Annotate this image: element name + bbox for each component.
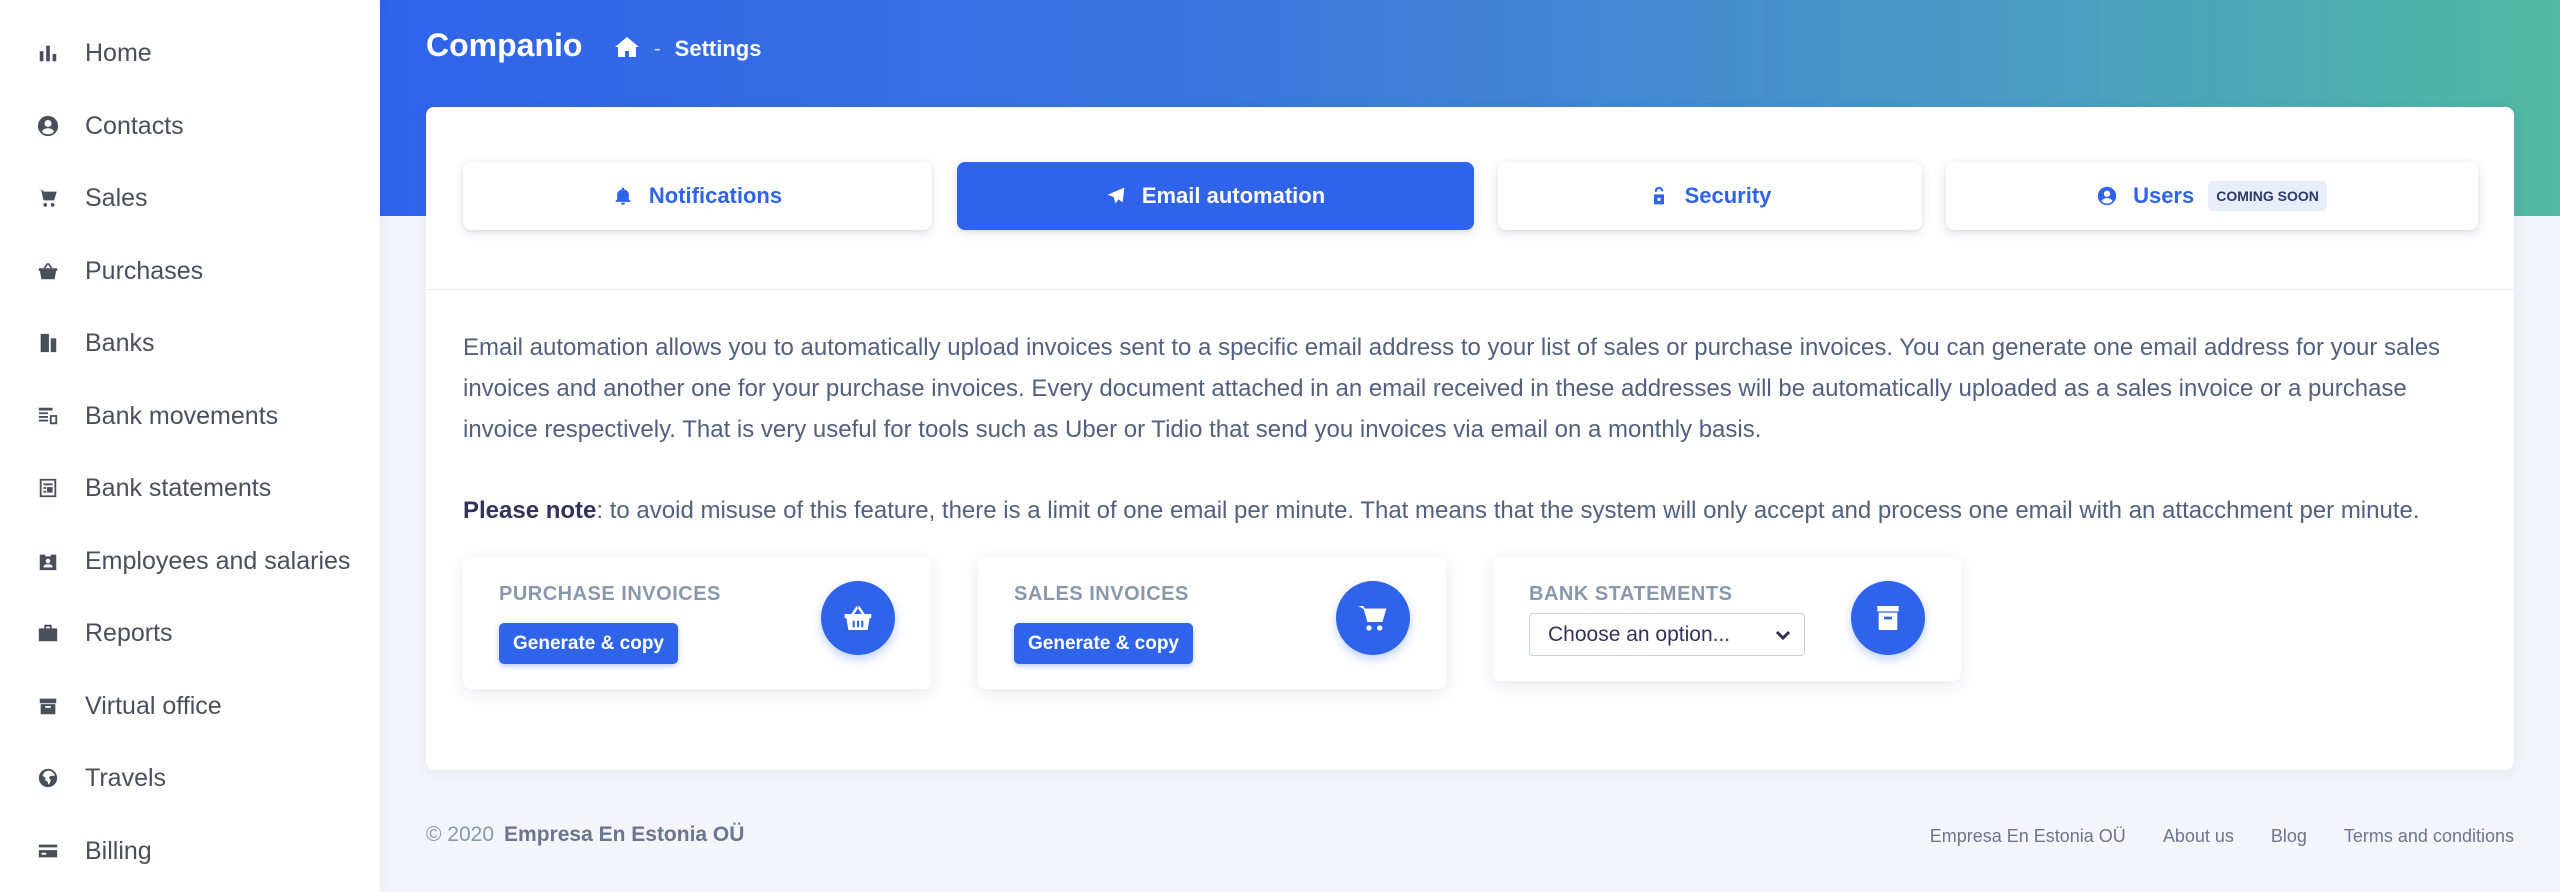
sidebar: Home Contacts Sales Purchases Banks Bank…	[0, 0, 380, 892]
money-transfer-icon	[36, 404, 60, 428]
tab-label: Notifications	[648, 183, 783, 208]
home-icon[interactable]	[614, 36, 640, 63]
tab-email-automation[interactable]: Email automation	[957, 162, 1474, 230]
id-badge-icon	[36, 549, 60, 573]
sidebar-item-contacts[interactable]: Contacts	[0, 96, 380, 156]
basket-icon	[36, 259, 60, 283]
sidebar-item-virtual-office[interactable]: Virtual office	[0, 676, 380, 736]
email-automation-description: Email automation allows you to automatic…	[463, 334, 2441, 443]
package-icon	[36, 694, 60, 718]
tab-notifications[interactable]: Notifications	[463, 162, 932, 230]
note-text: : to avoid misuse of this feature, there…	[596, 497, 2420, 524]
sidebar-item-home[interactable]: Home	[0, 23, 380, 83]
select-value: Choose an option...	[1548, 622, 1731, 646]
lock-open-icon	[1649, 186, 1685, 206]
credit-card-icon	[36, 839, 60, 863]
user-circle-icon	[36, 114, 60, 138]
sidebar-item-label: Travels	[85, 763, 167, 792]
breadcrumb-separator: -	[654, 37, 661, 60]
archive-icon	[1851, 581, 1925, 655]
footer-copyright: © 2020 Empresa En Estonia OÜ	[426, 823, 744, 847]
breadcrumb-current: Settings	[674, 36, 762, 61]
brand-logo[interactable]: Companio	[426, 27, 582, 64]
sidebar-item-billing[interactable]: Billing	[0, 821, 380, 881]
footer-link-company[interactable]: Empresa En Estonia OÜ	[1930, 826, 2126, 847]
paper-plane-icon	[1106, 186, 1142, 206]
sidebar-item-sales[interactable]: Sales	[0, 168, 380, 228]
user-circle-icon	[2097, 186, 2133, 206]
card-title: SALES INVOICES	[1014, 583, 1189, 605]
bank-statements-card: BANK STATEMENTS Choose an option...	[1493, 557, 1961, 681]
basket-icon	[821, 581, 895, 655]
sidebar-item-purchases[interactable]: Purchases	[0, 241, 380, 301]
sidebar-item-label: Billing	[85, 836, 152, 865]
tab-label: Security	[1684, 183, 1772, 208]
globe-icon	[36, 766, 60, 790]
sidebar-item-label: Home	[85, 38, 152, 67]
sidebar-item-label: Contacts	[85, 111, 184, 140]
sidebar-item-reports[interactable]: Reports	[0, 603, 380, 663]
sidebar-item-employees[interactable]: Employees and salaries	[0, 531, 380, 591]
sidebar-item-bank-movements[interactable]: Bank movements	[0, 386, 380, 446]
divider	[426, 289, 2514, 290]
footer-company[interactable]: Empresa En Estonia OÜ	[504, 823, 744, 846]
sidebar-item-label: Sales	[85, 183, 148, 212]
footer-link-terms[interactable]: Terms and conditions	[2344, 826, 2514, 847]
cart-icon	[36, 186, 60, 210]
sidebar-item-label: Bank statements	[85, 473, 272, 502]
sidebar-item-label: Purchases	[85, 256, 204, 285]
sidebar-item-banks[interactable]: Banks	[0, 313, 380, 373]
sidebar-item-label: Bank movements	[85, 401, 279, 430]
sidebar-item-travels[interactable]: Travels	[0, 748, 380, 808]
card-title: PURCHASE INVOICES	[499, 583, 721, 605]
usage-note: Please note: to avoid misuse of this fea…	[463, 490, 2483, 531]
purchase-invoices-card: PURCHASE INVOICES Generate & copy	[463, 557, 931, 689]
chevron-down-icon	[1774, 626, 1792, 644]
sidebar-item-label: Employees and salaries	[85, 546, 351, 575]
footer-link-about[interactable]: About us	[2163, 826, 2234, 847]
building-icon	[36, 331, 60, 355]
settings-card: Notifications Email automation Security …	[426, 107, 2514, 770]
sidebar-item-label: Banks	[85, 328, 155, 357]
briefcase-icon	[36, 621, 60, 645]
note-label: Please note	[463, 497, 597, 524]
tab-users[interactable]: Users COMING SOON	[1946, 162, 2478, 230]
document-list-icon	[36, 476, 60, 500]
generate-copy-sales-button[interactable]: Generate & copy	[1014, 623, 1193, 664]
bar-chart-icon	[36, 41, 60, 65]
sidebar-item-label: Virtual office	[85, 691, 222, 720]
sidebar-item-bank-statements[interactable]: Bank statements	[0, 458, 380, 518]
bell-icon	[613, 186, 649, 206]
bank-statements-select[interactable]: Choose an option...	[1529, 613, 1805, 656]
sidebar-item-label: Reports	[85, 618, 173, 647]
sales-invoices-card: SALES INVOICES Generate & copy	[978, 557, 1446, 689]
tab-label: Email automation	[1141, 183, 1326, 208]
footer-link-blog[interactable]: Blog	[2271, 826, 2307, 847]
card-title: BANK STATEMENTS	[1529, 583, 1733, 605]
copyright-year: © 2020	[426, 823, 495, 846]
tab-security[interactable]: Security	[1498, 162, 1922, 230]
generate-copy-purchase-button[interactable]: Generate & copy	[499, 623, 678, 664]
breadcrumb: - Settings	[614, 34, 761, 64]
footer-links: Empresa En Estonia OÜ About us Blog Term…	[1893, 826, 2514, 847]
tab-label: Users	[2133, 183, 2195, 208]
coming-soon-badge: COMING SOON	[2208, 181, 2327, 211]
cart-icon	[1336, 581, 1410, 655]
